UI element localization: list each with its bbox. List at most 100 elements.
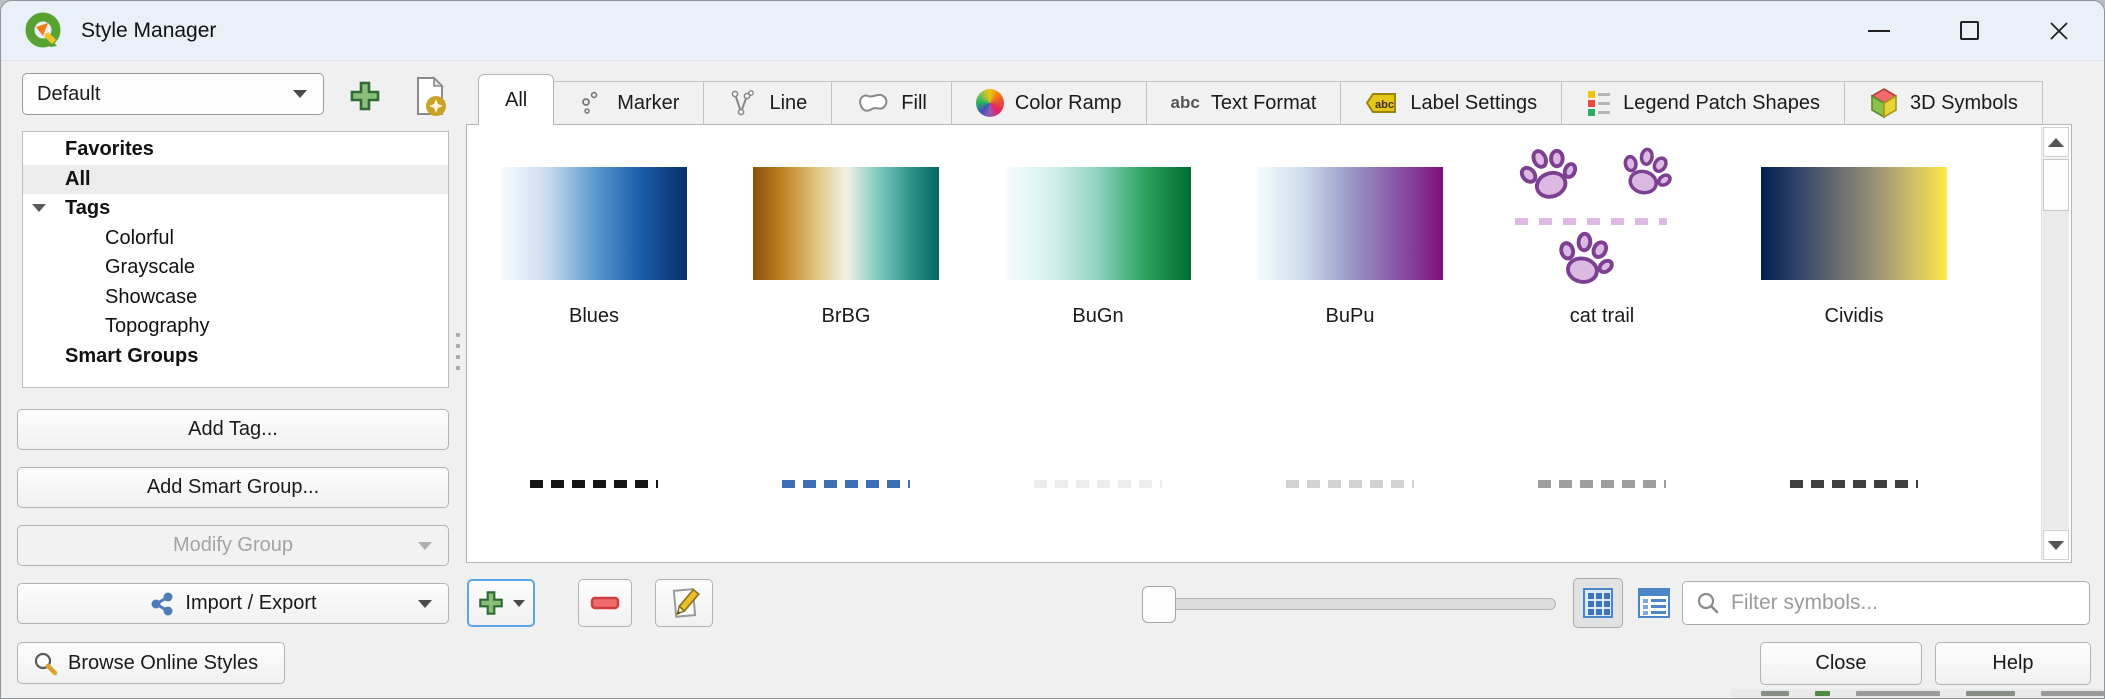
scrollbar-thumb[interactable] <box>2043 159 2069 211</box>
qgis-logo-icon <box>25 12 61 47</box>
arrow-up-icon <box>2048 137 2064 147</box>
tab-3d-symbols[interactable]: 3D Symbols <box>1844 81 2043 125</box>
cube-3d-icon <box>1870 88 1898 119</box>
list-view-icon <box>1638 588 1670 618</box>
vertical-scrollbar[interactable] <box>2041 127 2069 560</box>
symbol-name: cat trail <box>1569 305 1635 327</box>
new-style-database-button[interactable] <box>409 74 451 118</box>
search-icon <box>1697 592 1719 614</box>
panel-splitter[interactable] <box>456 333 460 370</box>
color-ramp-preview-blues[interactable] <box>501 167 687 280</box>
style-database-value: Default <box>37 82 101 105</box>
trail-dashes <box>1515 218 1667 225</box>
edit-pencil-icon <box>672 588 700 618</box>
legend-patch-icon <box>1588 91 1611 116</box>
svg-text:abc: abc <box>1375 99 1394 111</box>
tab-fill[interactable]: Fill <box>831 81 952 125</box>
symbol-name: BuGn <box>1072 305 1124 327</box>
filter-symbols-input[interactable] <box>1731 591 2089 615</box>
color-ramp-preview-bugn[interactable] <box>1005 167 1191 280</box>
tree-item-topography[interactable]: Topography <box>23 312 448 342</box>
add-item-button[interactable] <box>467 579 535 627</box>
tree-item-showcase[interactable]: Showcase <box>23 283 448 313</box>
line-symbol-preview[interactable] <box>1790 480 1918 488</box>
browse-online-styles-button[interactable]: Browse Online Styles <box>17 642 285 684</box>
close-icon <box>2050 21 2068 40</box>
fill-blob-icon <box>859 93 888 112</box>
tree-item-grayscale[interactable]: Grayscale <box>23 253 448 283</box>
arrow-down-icon <box>2048 540 2064 550</box>
remove-item-button[interactable] <box>578 579 632 627</box>
red-minus-icon <box>590 596 620 610</box>
gallery-column: BuGn <box>972 125 1224 562</box>
tab-label-settings[interactable]: abc Label Settings <box>1340 81 1563 125</box>
grid-view-icon <box>1583 588 1613 618</box>
tab-legend-patch-shapes[interactable]: Legend Patch Shapes <box>1561 81 1845 125</box>
gallery-column: BuPu <box>1224 125 1476 562</box>
color-ramp-preview-cividis[interactable] <box>1761 167 1947 280</box>
share-icon <box>151 592 173 615</box>
background-window-sliver <box>1731 689 2104 698</box>
gallery-column: BrBG <box>720 125 972 562</box>
tab-marker[interactable]: Marker <box>553 81 705 125</box>
abc-tag-icon: abc <box>1366 93 1397 113</box>
line-symbol-preview[interactable] <box>782 480 910 488</box>
marker-symbol-preview-cat-trail[interactable] <box>1509 142 1695 292</box>
tab-text-format[interactable]: abc Text Format <box>1145 81 1342 125</box>
tree-item-all[interactable]: All <box>23 164 448 194</box>
group-tree: Favorites All Tags Colorful Grayscale Sh… <box>22 131 449 388</box>
chevron-down-icon <box>418 599 432 608</box>
import-export-button[interactable]: Import / Export <box>17 583 449 624</box>
help-button[interactable]: Help <box>1935 642 2091 685</box>
new-file-star-icon <box>417 76 446 116</box>
scroll-down-button[interactable] <box>2043 530 2069 560</box>
tree-item-favorites[interactable]: Favorites <box>23 135 448 165</box>
scrollbar-track[interactable] <box>2043 211 2069 529</box>
thumbnail-size-slider-handle[interactable] <box>1142 586 1176 623</box>
symbol-type-tabs: All Marker Line Fill Color Ramp abc Text… <box>478 74 2043 125</box>
add-tag-button[interactable]: Add Tag... <box>17 409 449 450</box>
chevron-down-icon <box>513 599 525 607</box>
gallery-column: Cividis <box>1728 125 1980 562</box>
line-symbol-preview[interactable] <box>530 480 658 488</box>
color-wheel-icon <box>975 89 1004 117</box>
line-vertices-icon <box>732 90 755 116</box>
expander-arrow-icon[interactable] <box>32 204 46 212</box>
gallery-column: Blues <box>468 125 720 562</box>
tab-line[interactable]: Line <box>703 81 833 125</box>
tab-all[interactable]: All <box>478 74 555 125</box>
tree-item-colorful[interactable]: Colorful <box>23 224 448 254</box>
modify-group-button: Modify Group <box>17 525 449 566</box>
thumbnail-size-slider-track[interactable] <box>1151 598 1556 610</box>
symbol-name: BuPu <box>1325 305 1375 327</box>
maximize-button[interactable] <box>1924 1 2014 60</box>
edit-item-button[interactable] <box>655 579 713 627</box>
style-database-select[interactable]: Default <box>22 73 324 115</box>
paw-print-icon <box>1559 231 1614 284</box>
titlebar: Style Manager <box>1 1 2104 61</box>
search-globe-icon <box>34 652 58 676</box>
close-button[interactable]: Close <box>1760 642 1922 685</box>
green-plus-icon <box>350 81 380 111</box>
tree-item-tags[interactable]: Tags <box>23 194 448 224</box>
line-symbol-preview[interactable] <box>1538 480 1666 488</box>
add-smart-group-button[interactable]: Add Smart Group... <box>17 467 449 508</box>
tree-item-smart-groups[interactable]: Smart Groups <box>23 342 448 372</box>
filter-symbols-field[interactable] <box>1682 581 2090 625</box>
line-symbol-preview[interactable] <box>1034 480 1162 488</box>
chevron-down-icon <box>418 541 432 550</box>
tab-color-ramp[interactable]: Color Ramp <box>950 81 1147 125</box>
list-view-toggle-button[interactable] <box>1629 578 1679 628</box>
symbol-name: BrBG <box>821 305 871 327</box>
minimize-icon <box>1868 29 1890 32</box>
line-symbol-preview[interactable] <box>1286 480 1414 488</box>
color-ramp-preview-brbg[interactable] <box>753 167 939 280</box>
maximize-icon <box>1959 21 1979 40</box>
color-ramp-preview-bupu[interactable] <box>1257 167 1443 280</box>
add-style-database-button[interactable] <box>346 77 384 115</box>
minimize-button[interactable] <box>1834 1 1924 60</box>
close-window-button[interactable] <box>2014 1 2104 60</box>
scroll-up-button[interactable] <box>2043 127 2069 157</box>
icon-view-toggle-button[interactable] <box>1573 578 1623 628</box>
chevron-down-icon <box>293 90 307 98</box>
